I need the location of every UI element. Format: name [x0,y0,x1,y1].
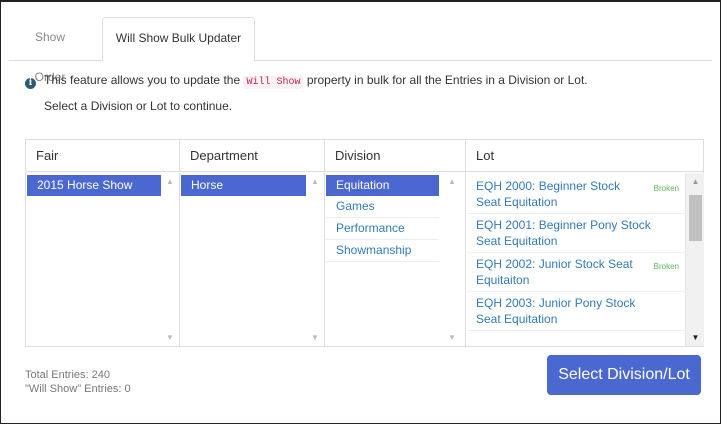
tab-will-show-bulk-updater[interactable]: Will Show Bulk Updater [102,17,255,62]
select-division-lot-button[interactable]: Select Division/Lot [547,355,701,395]
lot-scrollbar[interactable]: ▲ ▼ [685,173,704,346]
caret-down-icon[interactable]: ▼ [439,333,465,342]
department-header: Department [180,140,324,172]
division-header: Division [325,140,465,172]
lot-item[interactable]: EQH 2003: Junior Pony Stock Seat Equitat… [467,292,685,331]
info-prefix: This feature allows you to update the [44,73,241,87]
division-item-games[interactable]: Games [326,196,439,218]
fair-header: Fair [26,140,179,172]
division-column: Division Equitation Games Performance Sh… [325,140,466,346]
caret-up-icon[interactable]: ▲ [439,177,465,186]
division-item-showmanship[interactable]: Showmanship [326,240,439,262]
division-list[interactable]: Equitation Games Performance Showmanship… [325,173,465,346]
lot-label: EQH 2002: Junior Stock Seat Equitaiton [476,257,633,287]
fair-scrollbar[interactable]: ▲ ▼ [161,173,179,346]
lot-header: Lot [466,140,704,172]
department-column: Department Horse ▲ ▼ [180,140,325,346]
total-entries: Total Entries: 240 [25,369,110,381]
info-circle-icon: i [25,78,36,89]
fair-list[interactable]: 2015 Horse Show ▲ ▼ [26,173,179,346]
department-list[interactable]: Horse ▲ ▼ [180,173,324,346]
lot-label: EQH 2003: Junior Pony Stock Seat Equitat… [476,296,636,326]
broken-badge: Broken [653,262,679,271]
division-item-performance[interactable]: Performance [326,218,439,240]
fair-item[interactable]: 2015 Horse Show [27,175,161,196]
division-item-equitation[interactable]: Equitation [326,175,439,196]
lot-item[interactable]: EQH 2001: Beginner Pony Stock Seat Equit… [467,214,685,253]
entry-totals: Total Entries: 240 "Will Show" Entries: … [25,368,131,396]
caret-up-icon[interactable]: ▲ [161,177,179,186]
lot-column: Lot EQH 2000: Beginner Stock Seat Equita… [466,140,704,346]
lot-label: EQH 2000: Beginner Stock Seat Equitation [476,179,621,209]
broken-badge: Broken [653,184,679,193]
caret-down-icon[interactable]: ▼ [306,333,324,342]
department-item[interactable]: Horse [181,175,306,196]
will-show-code: Will Show [243,76,304,89]
tab-bar: Show Order Will Show Bulk Updater [9,17,712,84]
division-scrollbar[interactable]: ▲ ▼ [439,173,465,346]
selection-grid: Fair 2015 Horse Show ▲ ▼ Department Hors… [25,139,704,347]
info-suffix: property in bulk for all the Entries in … [306,73,588,87]
lot-item[interactable]: EQH 2002: Junior Stock Seat Equitaiton B… [467,253,685,292]
tab-show-order[interactable]: Show Order [9,17,91,84]
will-show-entries: "Will Show" Entries: 0 [25,383,131,395]
scrollbar-thumb[interactable] [689,195,702,241]
lot-item[interactable]: EQH 2000: Beginner Stock Seat Equitation… [467,175,685,214]
caret-up-icon[interactable]: ▲ [306,177,324,186]
fair-column: Fair 2015 Horse Show ▲ ▼ [26,140,180,346]
info-instruction: Select a Division or Lot to continue. [44,99,233,113]
department-scrollbar[interactable]: ▲ ▼ [306,173,324,346]
info-message: i This feature allows you to update the W… [25,73,588,89]
caret-up-icon[interactable]: ▲ [686,177,704,186]
caret-down-icon[interactable]: ▼ [686,333,704,342]
caret-down-icon[interactable]: ▼ [161,333,179,342]
lot-list[interactable]: EQH 2000: Beginner Stock Seat Equitation… [466,173,704,346]
lot-label: EQH 2001: Beginner Pony Stock Seat Equit… [476,218,651,248]
